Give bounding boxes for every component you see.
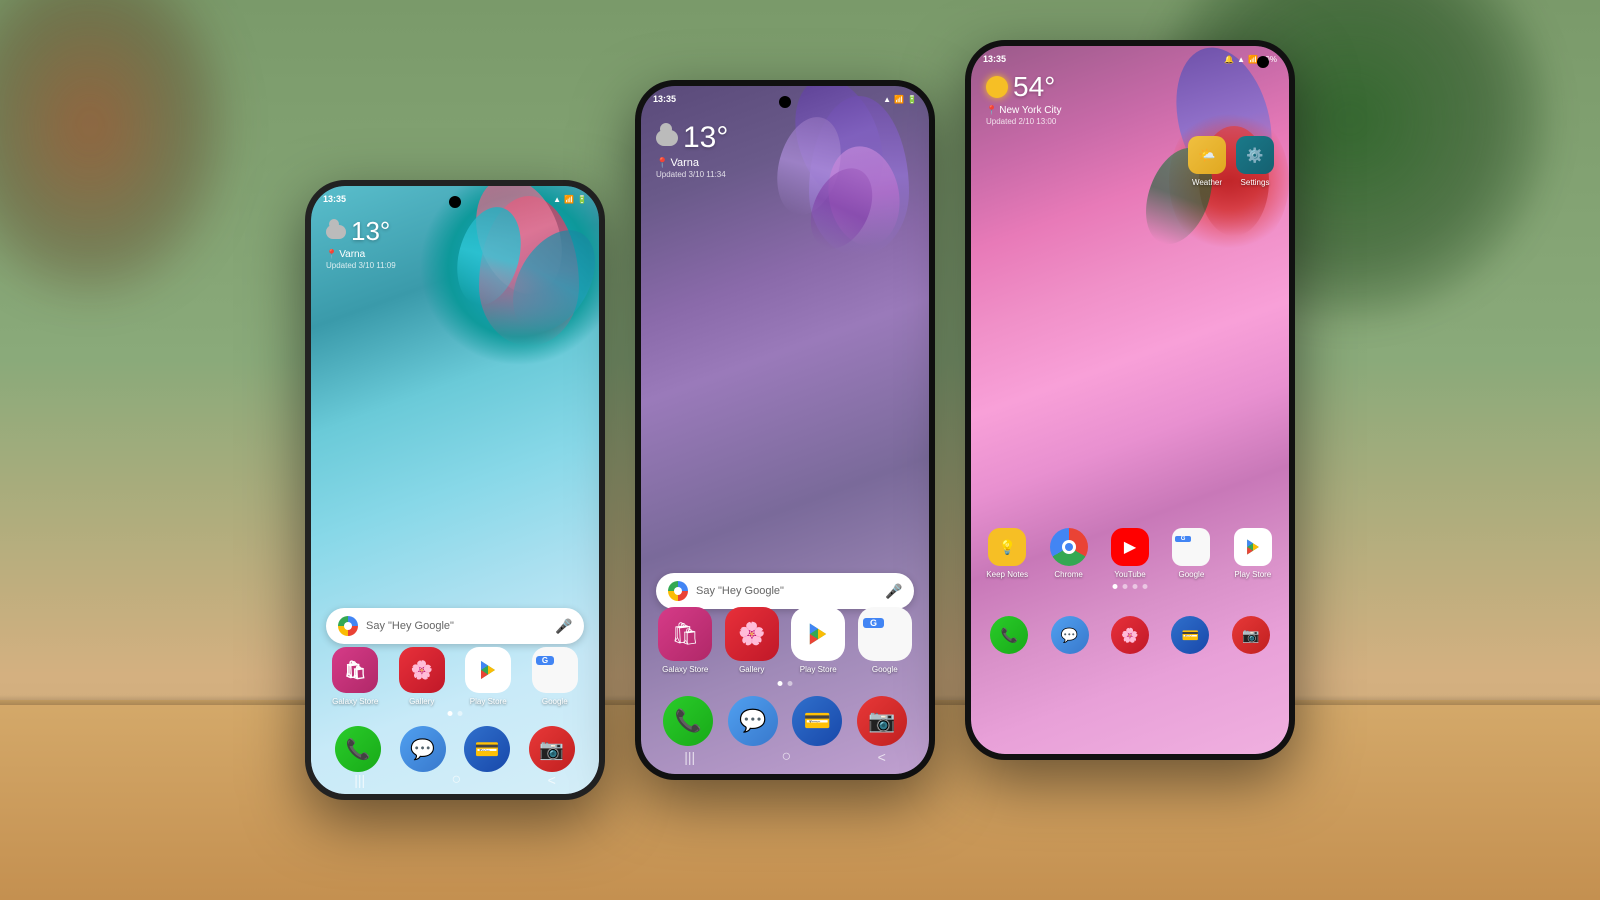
app-phone-left[interactable]: 📞 (335, 726, 381, 772)
app-gallery-center[interactable]: 🌸 Gallery (723, 607, 782, 674)
app-galaxy-store-left[interactable]: 🛍 Galaxy Store (326, 647, 385, 706)
phone-right: 13:35 🔔 ▲ 📶 89% 54° 📍 New York City (965, 40, 1295, 760)
phone-center-search-text: Say "Hey Google" (696, 585, 878, 597)
phone-right-time: 13:35 (983, 54, 1006, 64)
phone-left: 13:35 ▲ 📶 🔋 13° 📍 Varna (305, 180, 605, 800)
phone-center-weather: 13° 📍 Varna Updated 3/10 11:34 (656, 121, 728, 179)
phone-right-location: 📍 New York City (986, 105, 1061, 116)
phone-left-screen: 13:35 ▲ 📶 🔋 13° 📍 Varna (311, 186, 599, 794)
app-phone-right[interactable]: 📞 (990, 616, 1028, 654)
mic-icon-left[interactable]: 🎤 (556, 618, 572, 634)
phone-center-temp: 13° (683, 121, 728, 155)
phone-right-top-apps: 🌤️ Weather ⚙️ Settings (1188, 136, 1274, 187)
phone-left-dots (448, 711, 463, 716)
phone-left-nav: ||| ○ < (311, 771, 599, 789)
phone-right-status-bar: 13:35 🔔 ▲ 📶 89% (983, 54, 1277, 64)
app-messages-right[interactable]: 💬 (1051, 616, 1089, 654)
phone-center-location: 📍 Varna (656, 157, 728, 169)
app-gallery-right[interactable]: 🌸 (1111, 616, 1149, 654)
phone-left-weather: 13° 📍 Varna Updated 3/10 11:09 (326, 216, 396, 270)
app-settings-right[interactable]: ⚙️ Settings (1236, 136, 1274, 187)
phone-right-camera (1257, 56, 1269, 68)
phone-right-dock: 📞 💬 🌸 💳 (979, 616, 1281, 654)
phone-right-updated: Updated 2/10 13:00 (986, 117, 1061, 126)
phone-center-camera (779, 96, 791, 108)
phone-left-updated: Updated 3/10 11:09 (326, 261, 396, 270)
phone-left-search[interactable]: Say "Hey Google" 🎤 (326, 608, 584, 644)
phone-left-camera (449, 196, 461, 208)
phone-left-app-grid: 🛍 Galaxy Store 🌸 Gallery Play Stor (326, 647, 584, 706)
phone-left-location: 📍 Varna (326, 249, 396, 260)
app-play-store-center[interactable]: Play Store (789, 607, 848, 674)
phone-center-screen: 13:35 ▲ 📶 🔋 13° 📍 Varna (641, 86, 929, 774)
mic-icon-center[interactable]: 🎤 (886, 583, 902, 599)
nav-back-left[interactable]: < (548, 772, 556, 788)
phone-right-weather: 54° 📍 New York City Updated 2/10 13:00 (986, 71, 1061, 126)
app-google-center[interactable]: G Google (856, 607, 915, 674)
phone-center-dots (778, 681, 793, 686)
app-pay-center[interactable]: 💳 (792, 696, 842, 746)
app-play-store-left[interactable]: Play Store (459, 647, 518, 706)
google-g-icon-center (668, 581, 688, 601)
nav-recent-center[interactable]: ||| (684, 749, 695, 765)
app-camera-left[interactable]: 📷 (529, 726, 575, 772)
phone-right-dots (1113, 584, 1148, 589)
app-google-right[interactable]: G Google (1163, 528, 1219, 579)
nav-home-left[interactable]: ○ (452, 771, 462, 789)
phone-right-status-icons: 🔔 ▲ 📶 89% (1224, 55, 1277, 64)
phone-center-time: 13:35 (653, 94, 676, 104)
app-phone-center[interactable]: 📞 (663, 696, 713, 746)
app-gallery-left[interactable]: 🌸 Gallery (393, 647, 452, 706)
phone-center-status-icons: ▲ 📶 🔋 (883, 95, 917, 104)
phone-left-status-icons: ▲ 📶 🔋 (553, 195, 587, 204)
phone-left-temp: 13° (351, 216, 390, 247)
app-youtube-right[interactable]: ▶ YouTube (1102, 528, 1158, 579)
phone-right-screen: 13:35 🔔 ▲ 📶 89% 54° 📍 New York City (971, 46, 1289, 754)
phone-center-dock: 📞 💬 💳 📷 (656, 696, 914, 746)
app-camera-right[interactable]: 📷 (1232, 616, 1270, 654)
google-g-icon-left (338, 616, 358, 636)
phone-center-search[interactable]: Say "Hey Google" 🎤 (656, 573, 914, 609)
phone-left-time: 13:35 (323, 194, 346, 204)
phone-center-nav: ||| ○ < (641, 748, 929, 766)
phones-container: 13:35 ▲ 📶 🔋 13° 📍 Varna (0, 0, 1600, 900)
app-pay-left[interactable]: 💳 (464, 726, 510, 772)
app-camera-center[interactable]: 📷 (857, 696, 907, 746)
app-messages-left[interactable]: 💬 (400, 726, 446, 772)
phone-center: 13:35 ▲ 📶 🔋 13° 📍 Varna (635, 80, 935, 780)
phone-left-search-text: Say "Hey Google" (366, 620, 548, 632)
phone-left-dock: 📞 💬 💳 📷 (326, 726, 584, 772)
app-chrome-right[interactable]: Chrome (1040, 528, 1096, 579)
app-keep-right[interactable]: 💡 Keep Notes (979, 528, 1035, 579)
nav-recent-left[interactable]: ||| (354, 772, 365, 788)
phone-center-updated: Updated 3/10 11:34 (656, 170, 728, 179)
nav-home-center[interactable]: ○ (782, 748, 792, 766)
app-google-left[interactable]: G Google (526, 647, 585, 706)
phone-right-temp: 54° (1013, 71, 1055, 103)
nav-back-center[interactable]: < (878, 749, 886, 765)
phone-center-app-grid: 🛍 Galaxy Store 🌸 Gallery Play Stor (656, 607, 914, 674)
app-pay-right[interactable]: 💳 (1171, 616, 1209, 654)
app-play-store-right[interactable]: Play Store (1225, 528, 1281, 579)
app-messages-center[interactable]: 💬 (728, 696, 778, 746)
app-weather-right[interactable]: 🌤️ Weather (1188, 136, 1226, 187)
phone-right-app-row: 💡 Keep Notes Chrome ▶ You (979, 528, 1281, 579)
app-galaxy-store-center[interactable]: 🛍 Galaxy Store (656, 607, 715, 674)
